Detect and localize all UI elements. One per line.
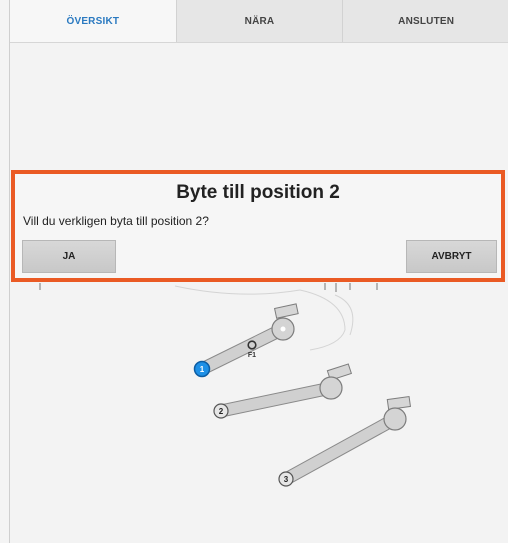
arm-1[interactable]: 1 [193, 303, 299, 378]
dialog-message: Vill du verkligen byta till position 2? [23, 214, 209, 228]
cancel-button[interactable]: AVBRYT [406, 240, 497, 273]
f1-label: F1 [248, 352, 256, 359]
arm-3-head [386, 395, 412, 411]
confirm-dialog: Byte till position 2 Vill du verkligen b… [11, 170, 505, 282]
arm-1-head [273, 303, 299, 319]
arm-2-label: 2 [219, 407, 224, 416]
confirm-yes-button[interactable]: JA [22, 240, 116, 273]
guide-ticks [39, 283, 378, 292]
arm-2[interactable]: 2 [213, 363, 353, 419]
arm-3-label: 3 [284, 475, 289, 484]
arm-3[interactable]: 3 [278, 395, 412, 487]
arm-1-label: 1 [200, 365, 205, 374]
dialog-title: Byte till position 2 [176, 182, 340, 203]
